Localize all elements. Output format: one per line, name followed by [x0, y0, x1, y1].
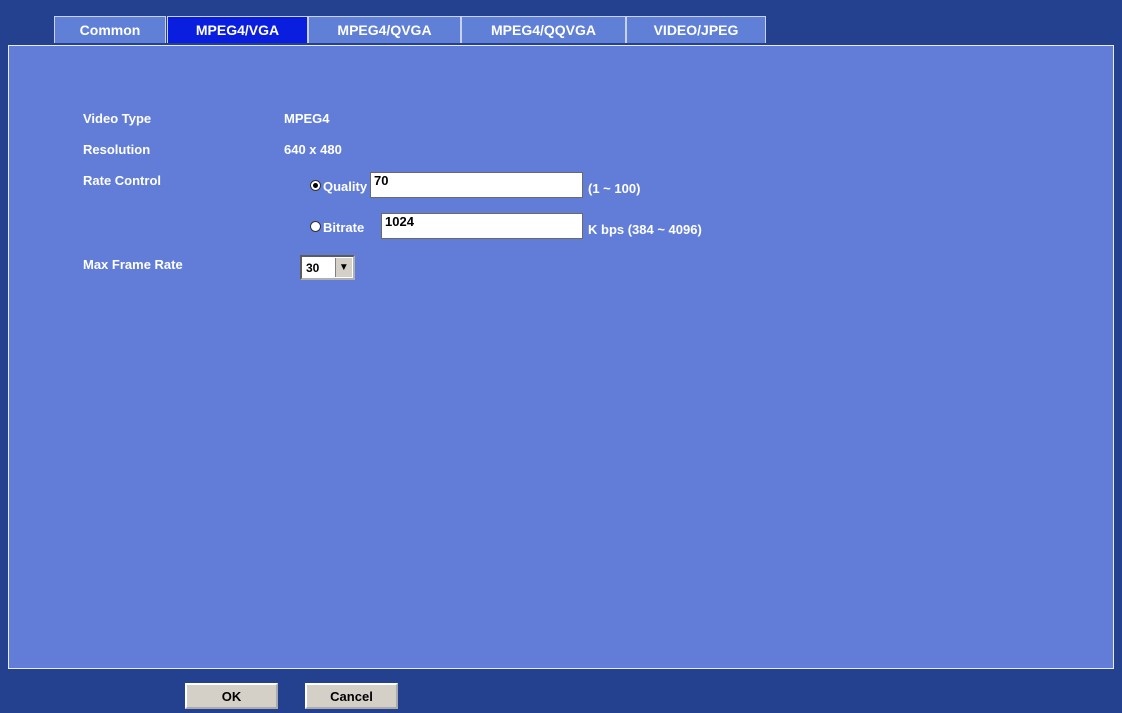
video-type-value: MPEG4 [284, 111, 330, 126]
settings-panel [8, 45, 1114, 669]
max-frame-rate-select[interactable]: 30 ▼ [300, 255, 355, 280]
tab-common[interactable]: Common [54, 16, 166, 43]
bitrate-radio[interactable] [310, 221, 321, 232]
tab-mpeg4-qqvga[interactable]: MPEG4/QQVGA [461, 16, 626, 43]
cancel-button[interactable]: Cancel [305, 683, 398, 709]
tab-mpeg4-vga[interactable]: MPEG4/VGA [167, 16, 308, 43]
tab-video-jpeg[interactable]: VIDEO/JPEG [626, 16, 766, 43]
bitrate-input[interactable]: 1024 [381, 213, 583, 239]
bitrate-label: Bitrate [323, 220, 365, 235]
tab-mpeg4-qvga[interactable]: MPEG4/QVGA [308, 16, 461, 43]
tab-bar: Common MPEG4/VGA MPEG4/QVGA MPEG4/QQVGA … [0, 0, 1122, 44]
resolution-value: 640 x 480 [284, 142, 342, 157]
bottom-bar [0, 670, 1122, 713]
quality-label: Quality [323, 179, 368, 194]
ok-button[interactable]: OK [185, 683, 278, 709]
quality-range-hint: (1 ~ 100) [588, 181, 641, 196]
resolution-label: Resolution [83, 142, 151, 157]
max-frame-rate-value: 30 [306, 260, 320, 275]
quality-input[interactable]: 70 [370, 172, 583, 198]
video-type-label: Video Type [83, 111, 152, 126]
chevron-down-icon[interactable]: ▼ [334, 258, 352, 277]
bitrate-range-hint: K bps (384 ~ 4096) [588, 222, 702, 237]
rate-control-label: Rate Control [83, 173, 161, 188]
quality-radio[interactable] [310, 180, 321, 191]
max-frame-rate-label: Max Frame Rate [83, 257, 183, 272]
